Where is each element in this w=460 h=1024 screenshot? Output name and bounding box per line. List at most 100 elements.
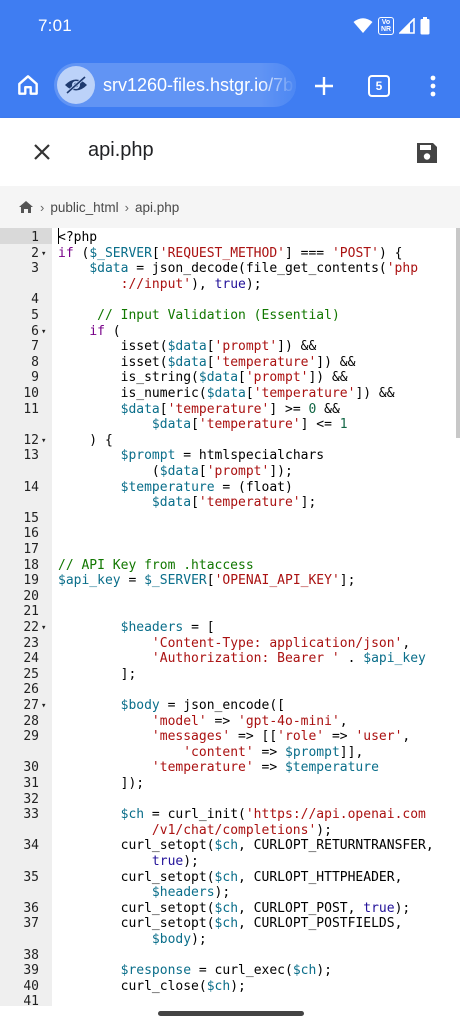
new-tab-button[interactable] bbox=[307, 69, 341, 103]
line-number: 7 bbox=[31, 339, 39, 355]
code-text: is_numeric($data['temperature']) && bbox=[58, 386, 395, 402]
code-token: $data bbox=[120, 401, 160, 417]
code-token: ]); bbox=[58, 776, 145, 791]
code-token: $ch bbox=[214, 916, 239, 932]
fold-toggle-icon[interactable]: ▾ bbox=[41, 698, 51, 714]
code-token: 'Content-Type: application/json' bbox=[151, 635, 403, 651]
code-token: ), bbox=[191, 276, 215, 292]
code-token: ); bbox=[191, 932, 207, 947]
code-token: $data bbox=[167, 339, 207, 355]
code-line: 33 $ch = curl_init('https://api.openai.c… bbox=[0, 807, 460, 823]
code-token: true bbox=[151, 854, 184, 869]
code-token: ( bbox=[58, 464, 160, 479]
code-editor[interactable]: 1 <?php 2 ▾ if ($_SERVER['REQUEST_METHOD'] =… bbox=[0, 228, 460, 1006]
code-token: ]); bbox=[269, 464, 293, 479]
code-line: 12 ▾ ) { bbox=[0, 433, 460, 449]
code-token: $response bbox=[120, 963, 192, 979]
line-number: 21 bbox=[23, 604, 39, 620]
code-token: [ bbox=[159, 401, 168, 417]
fold-toggle-icon[interactable]: ▾ bbox=[41, 246, 51, 262]
code-line: 39 $response = curl_exec($ch); bbox=[0, 963, 460, 979]
code-text: curl_setopt($ch, CURLOPT_RETURNTRANSFER, bbox=[58, 838, 434, 854]
code-token: ( bbox=[73, 245, 90, 261]
address-bar[interactable]: srv1260-files.hstgr.io/7b bbox=[54, 63, 296, 107]
code-token: ]; bbox=[58, 666, 137, 682]
battery-icon bbox=[420, 17, 430, 35]
home-button[interactable] bbox=[12, 69, 44, 101]
code-text: if ($_SERVER['REQUEST_METHOD'] === 'POST… bbox=[58, 246, 402, 262]
code-token: ] <= bbox=[300, 417, 340, 433]
code-line: 5 // Input Validation (Essential) bbox=[0, 308, 460, 324]
code-token: ); bbox=[183, 854, 199, 869]
code-line: 13 $prompt = htmlspecialchars bbox=[0, 448, 460, 464]
overflow-menu-button[interactable] bbox=[420, 72, 446, 100]
code-line: 19 $api_key = $_SERVER['OPENAI_API_KEY']; bbox=[0, 573, 460, 589]
code-text: $ch = curl_init('https://api.openai.com bbox=[58, 807, 426, 823]
code-token: 'temperature' bbox=[151, 760, 254, 776]
code-line: 21 bbox=[0, 604, 460, 620]
status-bar: 7:01 Vo NR bbox=[0, 0, 460, 52]
code-token: true bbox=[363, 900, 395, 916]
tab-switcher-button[interactable]: 5 bbox=[368, 75, 390, 97]
volte-bottom-label: NR bbox=[380, 26, 392, 33]
close-button[interactable] bbox=[28, 138, 56, 166]
code-text: curl_setopt($ch, CURLOPT_POST, true); bbox=[58, 900, 411, 917]
code-token: true bbox=[214, 276, 246, 292]
code-token: [ bbox=[198, 464, 207, 479]
code-line: $body); bbox=[0, 932, 460, 948]
more-vert-icon bbox=[430, 75, 436, 97]
code-token: if bbox=[89, 323, 105, 339]
home-icon[interactable] bbox=[18, 199, 34, 215]
code-token: [ bbox=[245, 386, 254, 401]
close-icon bbox=[34, 144, 50, 160]
code-line: /v1/chat/completions'); bbox=[0, 823, 460, 839]
incognito-icon[interactable] bbox=[57, 66, 95, 104]
line-number: 4 bbox=[31, 292, 39, 308]
code-line: 29 'messages' => [['role' => 'user', bbox=[0, 729, 460, 745]
code-token: = bbox=[120, 573, 145, 589]
code-line: 4 bbox=[0, 292, 460, 308]
code-token: = json_decode(file_get_contents( bbox=[128, 261, 387, 277]
code-token: 'prompt' bbox=[245, 370, 309, 386]
gesture-handle[interactable] bbox=[158, 1011, 304, 1016]
line-number: 12 bbox=[23, 432, 39, 448]
code-line: 40 curl_close($ch); bbox=[0, 979, 460, 995]
save-button[interactable] bbox=[412, 138, 442, 168]
code-line: $headers); bbox=[0, 885, 460, 901]
scrollbar-thumb[interactable] bbox=[456, 228, 460, 438]
code-token: 'temperature' bbox=[198, 417, 301, 433]
fold-toggle-icon[interactable]: ▾ bbox=[41, 433, 51, 449]
code-line: 28 'model' => 'gpt-4o-mini', bbox=[0, 714, 460, 730]
line-number: 39 bbox=[23, 963, 39, 979]
code-token: ); bbox=[316, 963, 332, 979]
breadcrumb-item-public-html[interactable]: public_html bbox=[50, 200, 118, 215]
line-number: 18 bbox=[23, 557, 39, 573]
code-token: ); bbox=[394, 900, 411, 916]
code-token: , bbox=[402, 635, 411, 651]
code-token: 'REQUEST_METHOD' bbox=[159, 245, 285, 261]
chevron-right-icon: › bbox=[124, 199, 129, 215]
code-token: = json_encode([ bbox=[159, 698, 285, 713]
code-token: ://input' bbox=[120, 276, 192, 292]
code-token: 'prompt' bbox=[206, 464, 270, 479]
line-number: 14 bbox=[23, 479, 39, 495]
fold-toggle-icon[interactable]: ▾ bbox=[41, 324, 51, 340]
scrollbar[interactable] bbox=[456, 228, 460, 1006]
line-number: 17 bbox=[23, 542, 39, 557]
breadcrumb-item-file[interactable]: api.php bbox=[135, 200, 179, 215]
code-text: ]; bbox=[58, 666, 137, 683]
code-token: $ch bbox=[214, 838, 239, 854]
code-line: 24 'Authorization: Bearer ' . $api_key bbox=[0, 651, 460, 667]
code-token: isset( bbox=[58, 354, 168, 370]
line-number: 10 bbox=[23, 386, 39, 401]
line-number: 2 bbox=[31, 245, 39, 261]
fold-toggle-icon[interactable]: ▾ bbox=[41, 620, 51, 636]
